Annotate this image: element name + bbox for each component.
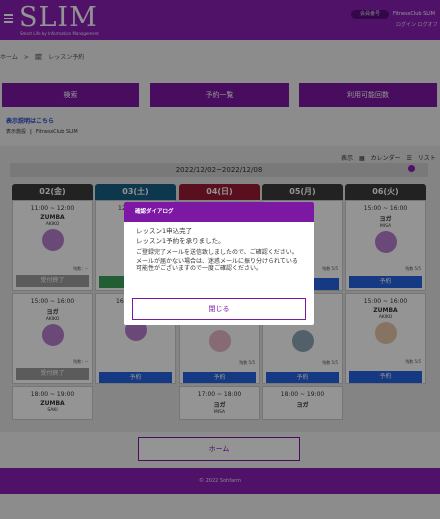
confirm-dialog: 確認ダイアログ レッスン1申込完了 レッスン1予約を承りました。 ご登録完了メー…: [124, 202, 314, 325]
dialog-title: 確認ダイアログ: [124, 202, 314, 222]
close-dialog-button[interactable]: 閉じる: [132, 298, 306, 320]
dialog-line: ご登録完了メールを送信致しましたので、ご確認ください。: [136, 249, 298, 256]
dialog-body: レッスン1申込完了 レッスン1予約を承りました。 ご登録完了メールを送信致しまし…: [124, 222, 314, 273]
dialog-line: レッスン1申込完了: [136, 227, 193, 235]
dialog-line: レッスン1予約を承りました。: [136, 237, 225, 245]
dialog-line: メールが届かない場合は、迷惑メールに振り分けられている可能性がございますので一度…: [136, 257, 298, 273]
